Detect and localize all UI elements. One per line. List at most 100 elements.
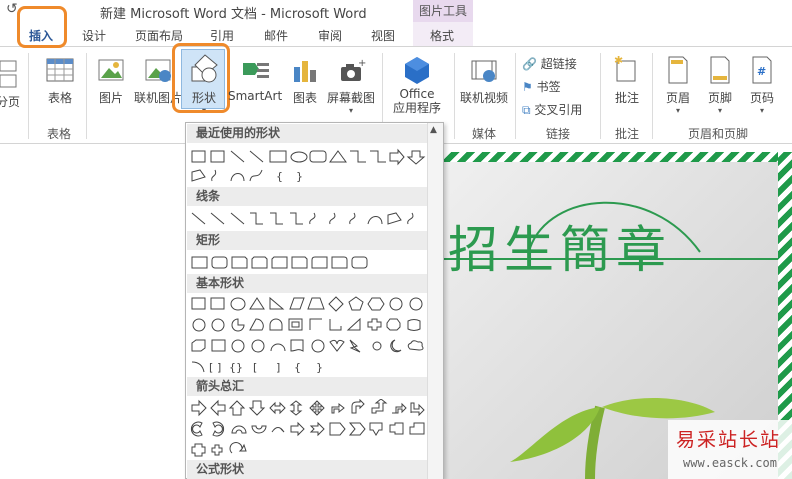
cross-reference-label: 交叉引用 <box>534 103 583 117</box>
shapes-row-rectangles[interactable] <box>190 254 428 272</box>
group-label-header-footer: 页眉和页脚 <box>688 127 749 141</box>
shapes-row-recent-2[interactable]: { } <box>190 167 428 185</box>
svg-text:{: { <box>276 170 283 183</box>
picture-tools-label: 图片工具 <box>413 0 473 22</box>
header-dropdown-arrow-icon: ▾ <box>675 106 680 115</box>
insert-tab-highlight-box <box>17 6 67 48</box>
section-header-recent: 最近使用的形状 <box>187 124 428 143</box>
online-video-label: 联机视频 <box>459 91 508 105</box>
footer-label: 页脚 <box>707 91 732 105</box>
smartart-label: SmartArt <box>228 89 283 103</box>
undo-icon[interactable]: ↺ <box>6 1 18 17</box>
hyperlink-button[interactable]: 🔗 超链接 <box>522 55 577 72</box>
smartart-icon <box>243 63 269 78</box>
comment-button[interactable]: ✱ 批注 <box>608 55 646 106</box>
office-apps-label-1: Office <box>399 87 435 101</box>
svg-text:{: { <box>294 361 301 374</box>
separator <box>454 53 455 139</box>
recent-shapes-icons <box>191 148 426 166</box>
shapes-row-basic-1[interactable] <box>190 295 428 313</box>
section-header-basic-shapes: 基本形状 <box>187 274 428 293</box>
page-number-icon: # <box>752 56 772 84</box>
hyperlink-icon: 🔗 <box>522 57 537 71</box>
separator <box>86 53 87 139</box>
tab-page-layout[interactable]: 页面布局 <box>135 27 183 44</box>
shapes-menu-scrollbar[interactable] <box>427 123 443 479</box>
picture-button[interactable]: 图片 <box>94 57 128 106</box>
shapes-dropdown-menu: 最近使用的形状 { } 线条 矩形 基本形状 [] {} [] {} 箭头… <box>185 122 444 479</box>
comment-icon: ✱ <box>614 55 636 82</box>
page-number-dropdown-arrow-icon: ▾ <box>759 106 764 115</box>
picture-label: 图片 <box>98 91 123 105</box>
group-label-comments: 批注 <box>615 127 640 141</box>
shapes-row-lines[interactable] <box>190 210 428 228</box>
bookmark-button[interactable]: ⚑ 书签 <box>522 78 561 95</box>
bookmark-label: 书签 <box>536 80 561 94</box>
tab-mailings[interactable]: 邮件 <box>264 27 288 44</box>
shapes-row-arrows-2[interactable] <box>190 420 428 438</box>
header-icon <box>668 56 688 84</box>
shapes-row-basic-2[interactable] <box>190 316 428 334</box>
hyperlink-label: 超链接 <box>540 57 577 71</box>
header-button[interactable]: 页眉 ▾ <box>660 55 696 115</box>
rectangle-shapes-icons <box>191 256 368 269</box>
footer-button[interactable]: 页脚 ▾ <box>702 55 738 115</box>
separator <box>515 53 516 139</box>
page-number-button[interactable]: # 页码 ▾ <box>744 55 780 115</box>
comment-label: 批注 <box>614 91 639 105</box>
watermark-url: www.easck.com <box>683 456 777 470</box>
picture-icon <box>98 59 124 81</box>
tab-format[interactable]: 格式 <box>430 27 454 44</box>
shapes-row-basic-4[interactable]: [ ] {} [ ] { } <box>190 358 428 376</box>
svg-text:]: ] <box>276 361 280 374</box>
online-video-button[interactable]: 联机视频 <box>456 57 512 106</box>
online-picture-icon <box>145 59 171 82</box>
tab-references[interactable]: 引用 <box>210 27 234 44</box>
bookmark-icon: ⚑ <box>522 80 533 94</box>
heading-underline <box>440 258 778 260</box>
header-label: 页眉 <box>665 91 690 105</box>
shapes-highlight-box <box>172 43 230 113</box>
ribbon-tabs: 插入 设计 页面布局 引用 邮件 审阅 视图 格式 <box>0 22 792 46</box>
group-label-media: 媒体 <box>472 127 497 141</box>
basic-shapes-icons-2 <box>192 317 421 332</box>
cross-reference-icon: ⧉ <box>522 103 531 117</box>
table-button[interactable]: 表格 <box>42 57 78 106</box>
section-header-arrows: 箭头总汇 <box>187 377 428 396</box>
line-shapes-icons <box>191 212 414 225</box>
svg-text:+: + <box>358 58 366 69</box>
title-bar: ↺ 新建 Microsoft Word 文档 - Microsoft Word … <box>0 0 792 22</box>
shapes-row-basic-3[interactable] <box>190 337 428 355</box>
office-apps-button[interactable]: Office 应用程序 <box>386 55 448 115</box>
tab-design[interactable]: 设计 <box>82 27 106 44</box>
smartart-button[interactable]: SmartArt <box>228 57 282 103</box>
tab-view[interactable]: 视图 <box>371 27 395 44</box>
arrow-shapes-icons-3 <box>191 442 247 457</box>
shapes-row-recent-1[interactable] <box>190 148 428 166</box>
scroll-up-arrow-icon[interactable]: ▲ <box>430 125 437 135</box>
chart-label: 图表 <box>292 91 317 105</box>
separator <box>600 53 601 139</box>
cross-reference-button[interactable]: ⧉ 交叉引用 <box>522 101 582 118</box>
svg-text:✱: ✱ <box>614 55 623 67</box>
separator <box>28 53 29 139</box>
border-stripe-top <box>440 152 792 162</box>
screenshot-icon: + <box>341 58 366 81</box>
table-label: 表格 <box>47 91 72 105</box>
tab-review[interactable]: 审阅 <box>318 27 342 44</box>
table-icon <box>46 58 74 82</box>
page-break-button[interactable]: 分页 <box>0 59 22 110</box>
group-label-links: 链接 <box>546 127 571 141</box>
office-apps-icon <box>405 57 429 84</box>
shapes-row-arrows-3[interactable] <box>190 441 428 459</box>
shapes-row-arrows-1[interactable] <box>190 399 428 417</box>
section-header-equation-shapes: 公式形状 <box>187 460 428 479</box>
chart-icon <box>294 61 316 82</box>
chart-button[interactable]: 图表 <box>288 57 322 106</box>
arrow-shapes-icons-1 <box>191 399 425 417</box>
screenshot-dropdown-arrow-icon: ▾ <box>348 106 353 115</box>
screenshot-button[interactable]: + 屏幕截图 ▾ <box>324 57 378 115</box>
group-label-tables: 表格 <box>47 127 72 141</box>
basic-shapes-icons-4: [ ] {} [ ] { } <box>191 361 323 374</box>
section-header-rectangles: 矩形 <box>187 231 428 250</box>
